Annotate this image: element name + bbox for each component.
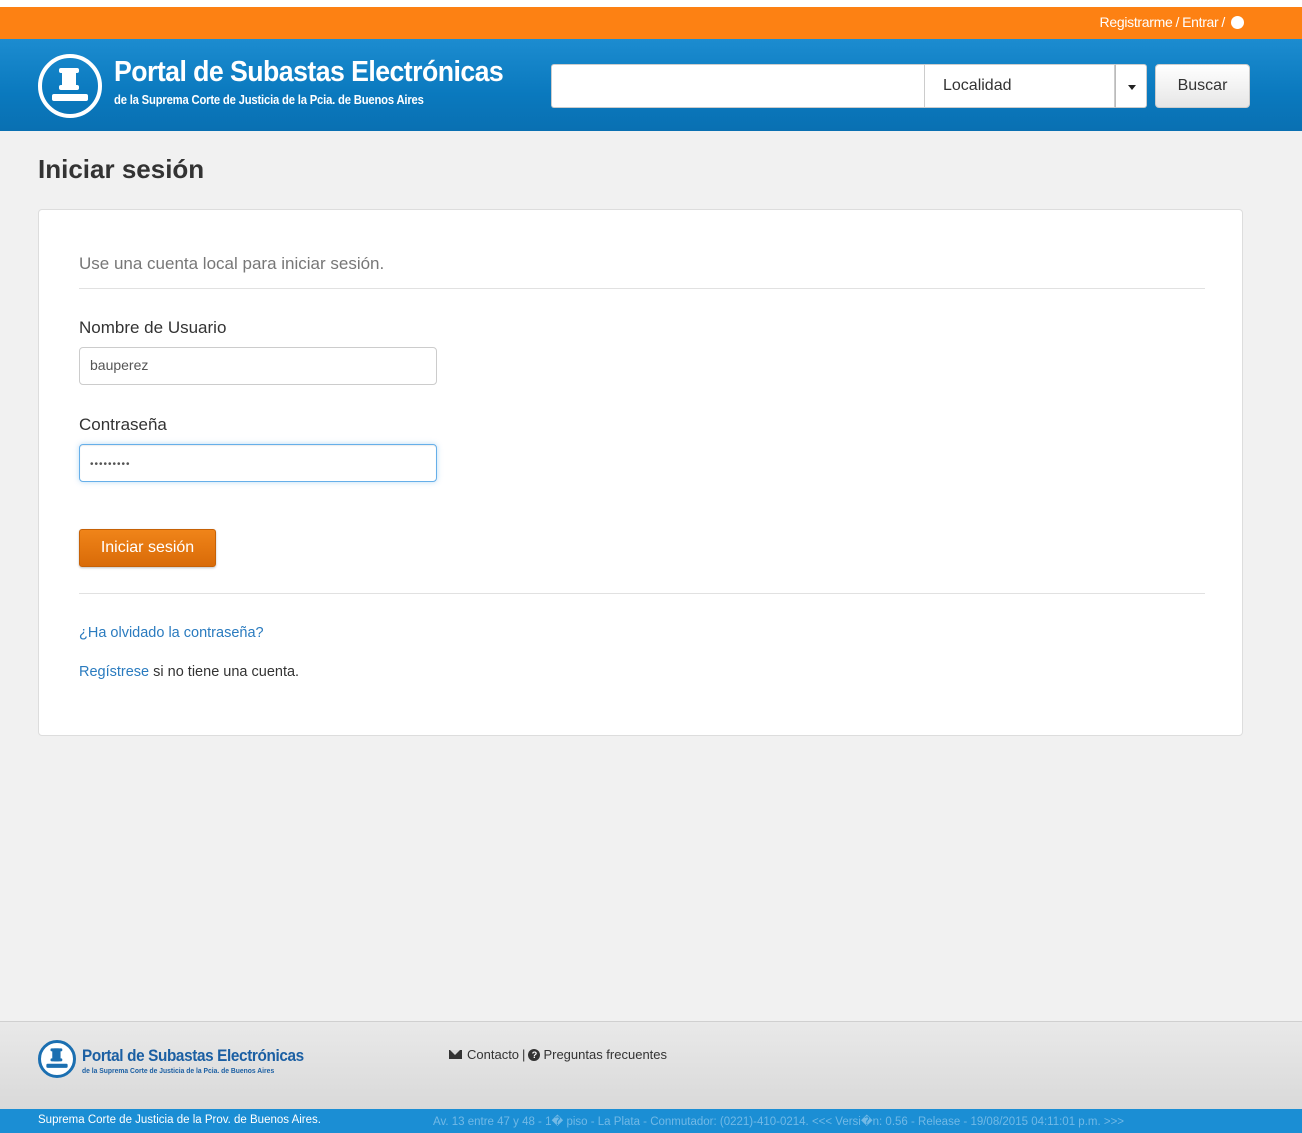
register-link[interactable]: Registrarme: [1100, 14, 1173, 30]
login-button[interactable]: Iniciar sesión: [79, 529, 216, 567]
caret-down-icon: [1128, 85, 1136, 90]
register-line: Regístrese si no tiene una cuenta.: [79, 664, 299, 680]
locality-select[interactable]: Localidad: [924, 64, 1115, 108]
footer-logo-title: Portal de Subastas Electrónicas: [82, 1046, 304, 1065]
forgot-password-link[interactable]: ¿Ha olvidado la contraseña?: [79, 625, 264, 641]
username-label: Nombre de Usuario: [79, 318, 227, 337]
page-title: Iniciar sesión: [38, 154, 205, 184]
account-links: Registrarme / Entrar / ?: [1100, 14, 1244, 30]
footer-divider: |: [522, 1047, 526, 1062]
logo-title[interactable]: Portal de Subastas Electrónicas: [114, 57, 504, 87]
bottom-info-bar: Suprema Corte de Justicia de la Prov. de…: [0, 1109, 1302, 1133]
address-version-info: Av. 13 entre 47 y 48 - 1� piso - La Plat…: [433, 1116, 1125, 1128]
question-circle-icon[interactable]: ?: [1231, 15, 1244, 29]
password-label: Contraseña: [79, 415, 167, 434]
footer-logo-subtitle: de la Suprema Corte de Justicia de la Pc…: [82, 1066, 275, 1075]
top-bar: Registrarme / Entrar / ?: [0, 0, 1302, 39]
login-lead-text: Use una cuenta local para iniciar sesión…: [79, 254, 385, 273]
register-suffix: si no tiene una cuenta.: [149, 664, 300, 680]
logo-subtitle: de la Suprema Corte de Justicia de la Pc…: [114, 93, 424, 107]
separator: /: [1221, 14, 1225, 30]
footer-links: Contacto | ? Preguntas frecuentes: [449, 1047, 667, 1062]
gavel-logo-icon[interactable]: [38, 54, 102, 118]
envelope-icon: [449, 1050, 462, 1059]
contact-link[interactable]: Contacto: [467, 1047, 519, 1062]
login-link[interactable]: Entrar: [1182, 14, 1219, 30]
search-button[interactable]: Buscar: [1155, 64, 1250, 108]
register-link[interactable]: Regístrese: [79, 664, 149, 680]
gavel-logo-icon: [38, 1040, 76, 1078]
footer: Portal de Subastas Electrónicas de la Su…: [0, 1021, 1302, 1109]
faq-link[interactable]: Preguntas frecuentes: [543, 1047, 667, 1062]
divider: [79, 288, 1205, 289]
org-name: Suprema Corte de Justicia de la Prov. de…: [38, 1114, 321, 1126]
search-input[interactable]: [551, 64, 924, 108]
divider: [79, 593, 1205, 594]
password-mask: •••••••••: [90, 459, 131, 470]
question-circle-icon: ?: [528, 1048, 541, 1061]
username-field[interactable]: bauperez: [79, 347, 437, 385]
site-header: Portal de Subastas Electrónicas de la Su…: [0, 39, 1302, 131]
separator: /: [1175, 14, 1180, 30]
login-panel: Use una cuenta local para iniciar sesión…: [38, 209, 1243, 736]
locality-dropdown-button[interactable]: [1115, 64, 1147, 108]
password-field[interactable]: •••••••••: [79, 444, 437, 482]
